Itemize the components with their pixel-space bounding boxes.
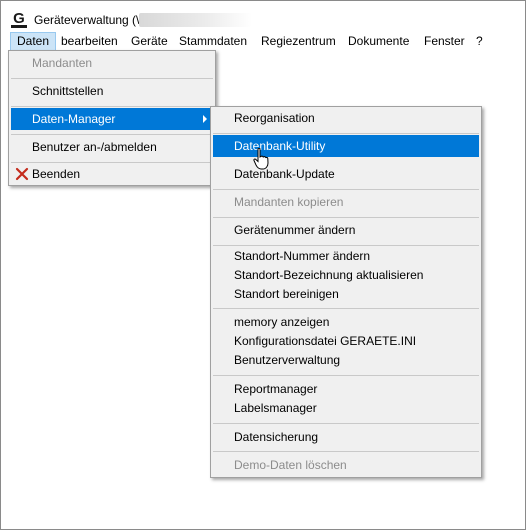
- submenu-item-standort-bereinigen[interactable]: Standort bereinigen: [213, 285, 479, 304]
- menu-item-daten-manager-label: Daten-Manager: [32, 112, 116, 126]
- mouse-pointer-icon: [253, 148, 269, 170]
- submenu-item-memory-anzeigen[interactable]: memory anzeigen: [213, 313, 479, 332]
- svg-text:G: G: [13, 10, 25, 27]
- menu-daten[interactable]: Daten: [10, 32, 57, 51]
- menu-item-daten-manager[interactable]: Daten-Manager: [11, 108, 213, 130]
- app-logo-icon: G: [10, 9, 28, 29]
- menu-item-benutzer-anmelden[interactable]: Benutzer an-/abmelden: [11, 136, 213, 158]
- menu-item-beenden[interactable]: Beenden: [11, 163, 213, 185]
- menu-bearbeiten[interactable]: bearbeiten: [55, 32, 124, 51]
- daten-manager-submenu: Reorganisation Datenbank-Utility Datenba…: [210, 106, 482, 478]
- submenu-item-geraetenummer-aendern[interactable]: Gerätenummer ändern: [213, 219, 479, 241]
- menu-separator: [213, 133, 479, 134]
- submenu-arrow-icon: [203, 115, 207, 123]
- menu-geraete[interactable]: Geräte: [125, 32, 174, 51]
- submenu-item-reportmanager[interactable]: Reportmanager: [213, 380, 479, 399]
- menu-stammdaten[interactable]: Stammdaten: [173, 32, 253, 51]
- menu-separator: [11, 134, 213, 135]
- submenu-item-benutzerverwaltung[interactable]: Benutzerverwaltung: [213, 351, 479, 370]
- menu-separator: [213, 451, 479, 452]
- menu-separator: [11, 106, 213, 107]
- menu-separator: [213, 423, 479, 424]
- menu-item-schnittstellen[interactable]: Schnittstellen: [11, 80, 213, 102]
- menu-separator: [213, 308, 479, 309]
- submenu-item-standort-nummer-aendern[interactable]: Standort-Nummer ändern: [213, 247, 479, 266]
- menu-separator: [213, 217, 479, 218]
- menu-fenster[interactable]: Fenster: [418, 32, 471, 51]
- submenu-item-labelsmanager[interactable]: Labelsmanager: [213, 399, 479, 418]
- menu-separator: [213, 189, 479, 190]
- menu-dokumente[interactable]: Dokumente: [342, 32, 415, 51]
- menu-help[interactable]: ?: [470, 32, 489, 51]
- close-x-icon: [15, 167, 29, 181]
- menu-separator: [213, 245, 479, 246]
- submenu-item-datensicherung[interactable]: Datensicherung: [213, 426, 479, 448]
- daten-dropdown-menu: Mandanten Schnittstellen Daten-Manager B…: [8, 50, 216, 186]
- window-title: Geräteverwaltung (\: [34, 13, 140, 27]
- submenu-item-demo-daten-loeschen[interactable]: Demo-Daten löschen: [213, 454, 479, 476]
- submenu-item-reorganisation[interactable]: Reorganisation: [213, 107, 479, 129]
- menu-separator: [213, 375, 479, 376]
- menu-bar: Daten bearbeiten Geräte Stammdaten Regie…: [2, 32, 524, 52]
- menu-item-mandanten[interactable]: Mandanten: [11, 52, 213, 74]
- menu-separator: [11, 78, 213, 79]
- menu-item-beenden-label: Beenden: [32, 167, 81, 181]
- submenu-item-standort-bezeichnung[interactable]: Standort-Bezeichnung aktualisieren: [213, 266, 479, 285]
- title-path-redacted: [139, 13, 252, 27]
- submenu-item-konfigurationsdatei[interactable]: Konfigurationsdatei GERAETE.INI: [213, 332, 479, 351]
- menu-regiezentrum[interactable]: Regiezentrum: [255, 32, 342, 51]
- submenu-item-mandanten-kopieren[interactable]: Mandanten kopieren: [213, 191, 479, 213]
- title-bar: G Geräteverwaltung (\: [2, 2, 524, 32]
